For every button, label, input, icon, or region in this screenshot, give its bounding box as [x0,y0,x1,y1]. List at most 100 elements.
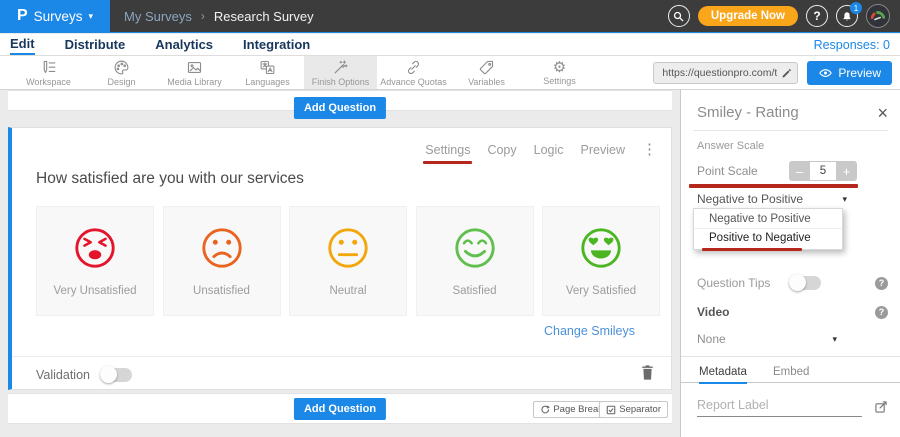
add-question-button-top[interactable]: Add Question [294,97,386,119]
panel-header: Smiley - Rating × [697,104,888,121]
question-tips-row: Question Tips ? [697,274,888,292]
survey-url-input[interactable] [653,62,798,84]
preview-label: Preview [838,66,881,80]
panel-title: Smiley - Rating [697,104,799,121]
toolbar-settings[interactable]: ⚙ Settings [523,56,596,89]
panel-divider [693,130,888,131]
question-tabs: Settings Copy Logic Preview ⋮ [425,143,657,157]
palette-icon [113,59,130,76]
toolbar-finish-options[interactable]: Finish Options [304,56,377,89]
help-button[interactable]: ? [806,5,828,27]
question-tab-copy[interactable]: Copy [487,143,516,157]
very-unsatisfied-smiley-icon [72,225,118,276]
product-switcher[interactable]: P Surveys ▾ [0,0,110,33]
question-tab-preview[interactable]: Preview [581,143,625,157]
user-avatar[interactable] [866,4,890,28]
question-tab-settings[interactable]: Settings [425,143,470,157]
header-actions: Upgrade Now ? 1 [668,4,890,28]
validation-toggle[interactable] [100,368,132,382]
smiley-label: Neutral [329,285,366,297]
search-button[interactable] [668,5,690,27]
smiley-option-satisfied[interactable]: Satisfied [416,206,534,316]
top-header: P Surveys ▾ My Surveys › Research Survey… [0,0,900,33]
toolbar-media-library[interactable]: Media Library [158,56,231,89]
scale-direction-value: Negative to Positive [697,192,803,206]
toolbar-variables[interactable]: Variables [450,56,523,89]
notification-badge: 1 [850,2,862,14]
validation-label: Validation [36,368,90,382]
video-select-value: None [697,332,726,346]
magic-wand-icon [332,59,349,76]
increase-button[interactable]: + [836,161,857,181]
upgrade-now-button[interactable]: Upgrade Now [698,6,798,26]
separator-button[interactable]: Separator [599,401,668,418]
help-icon[interactable]: ? [875,277,888,290]
chevron-down-icon: ▾ [88,11,93,22]
delete-question-button[interactable] [640,364,655,386]
search-icon [672,10,685,23]
page-break-icon [540,405,550,415]
eye-icon [818,67,833,79]
question-mark-icon: ? [813,9,820,23]
tab-embed[interactable]: Embed [773,364,809,382]
questionpro-logo: P [17,7,28,25]
product-menu-label: Surveys [34,9,83,24]
unsatisfied-smiley-icon [199,225,245,276]
tab-metadata[interactable]: Metadata [699,364,747,384]
nav-tab-analytics[interactable]: Analytics [155,35,213,54]
scale-direction-dropdown: Negative to Positive Positive to Negativ… [693,208,843,250]
gear-icon: ⚙ [553,60,566,75]
report-label-row [697,398,888,417]
question-tips-toggle[interactable] [789,276,821,290]
notifications-button[interactable]: 1 [836,5,858,27]
question-card: Settings Copy Logic Preview ⋮ How satisf… [8,127,672,390]
workspace-icon [40,59,57,76]
add-question-button-bottom[interactable]: Add Question [294,398,386,420]
smiley-option-very-satisfied[interactable]: Very Satisfied [542,206,660,316]
help-icon[interactable]: ? [875,306,888,319]
preview-button[interactable]: Preview [807,61,892,85]
card-divider [12,356,671,357]
tag-icon [478,59,495,76]
breadcrumb: My Surveys › Research Survey [124,9,314,24]
annotation-underline-settings [423,161,472,165]
close-icon[interactable]: × [877,105,888,121]
responses-count[interactable]: Responses: 0 [814,38,890,52]
avatar-gauge-image [867,5,889,27]
smiley-option-very-unsatisfied[interactable]: Very Unsatisfied [36,206,154,316]
survey-url-box [653,62,798,84]
report-label-input[interactable] [697,398,862,417]
nav-tab-integration[interactable]: Integration [243,35,310,54]
question-tab-logic[interactable]: Logic [534,143,564,157]
image-icon [186,59,203,76]
question-title[interactable]: How satisfied are you with our services [36,170,304,188]
chevron-down-icon: ▾ [842,194,847,205]
toolbar-languages[interactable]: Languages [231,56,304,89]
video-row: Video ? [697,304,888,320]
satisfied-smiley-icon [452,225,498,276]
chevron-down-icon: ▾ [832,334,837,345]
kebab-menu-icon[interactable]: ⋮ [642,143,657,157]
video-select[interactable]: None ▾ [697,332,837,346]
nav-tab-edit[interactable]: Edit [10,34,35,55]
toolbar-advance-quotas[interactable]: Advance Quotas [377,56,450,89]
scale-direction-select[interactable]: Negative to Positive ▾ [697,192,847,206]
toolbar-design[interactable]: Design [85,56,158,89]
nav-tab-distribute[interactable]: Distribute [65,35,126,54]
toolbar-workspace[interactable]: Workspace [12,56,85,89]
point-scale-row: Point Scale – 5 + [697,160,857,182]
question-settings-panel: Smiley - Rating × Answer Scale Point Sca… [680,90,900,437]
smiley-option-neutral[interactable]: Neutral [289,206,407,316]
edit-pencil-icon[interactable] [781,67,793,79]
decrease-button[interactable]: – [789,161,810,181]
option-positive-to-negative[interactable]: Positive to Negative [694,229,842,248]
breadcrumb-my-surveys[interactable]: My Surveys [124,9,192,24]
validation-row: Validation [36,364,655,386]
smiley-option-unsatisfied[interactable]: Unsatisfied [163,206,281,316]
change-smileys-link[interactable]: Change Smileys [544,324,635,338]
breadcrumb-separator-icon: › [201,9,205,23]
annotation-underline-option [702,248,802,252]
editor-toolbar: Workspace Design Media Library Languages… [0,56,900,90]
open-editor-icon[interactable] [874,400,888,414]
option-negative-to-positive[interactable]: Negative to Positive [694,210,842,229]
